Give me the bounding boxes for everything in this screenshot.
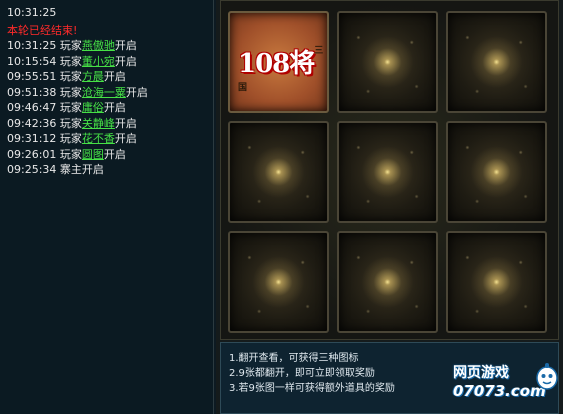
log-entry-time: 09:25:34 bbox=[7, 163, 57, 176]
player-name-link[interactable]: 董小宛 bbox=[82, 55, 115, 68]
log-entry-time: 09:55:51 bbox=[7, 70, 57, 83]
player-name-link[interactable]: 燕傲驰 bbox=[82, 39, 115, 52]
hidden-card[interactable] bbox=[228, 121, 329, 223]
log-entry-prefix: 玩家 bbox=[59, 132, 82, 145]
mascot-icon bbox=[536, 363, 558, 390]
player-name-link[interactable]: 庸俗 bbox=[82, 101, 104, 114]
log-entry: 09:42:36 玩家关静峰开启 bbox=[7, 116, 148, 132]
player-name-link[interactable]: 沧海一粟 bbox=[82, 86, 126, 99]
instruction-line: 3.若9张图一样可获得额外道具的奖励 bbox=[229, 383, 395, 394]
log-entry: 10:31:25 玩家燕傲驰开启 bbox=[7, 38, 148, 54]
card-back-pattern bbox=[339, 233, 436, 331]
log-entry-action: 开启 bbox=[114, 132, 137, 145]
player-name-link[interactable]: 圆图 bbox=[82, 148, 104, 161]
log-entry-time: 10:15:54 bbox=[7, 54, 57, 68]
instructions-list: 1.翻开查看，可获得三种图标 2.9张都翻开，即可立即领取奖励 3.若9张图一样… bbox=[229, 351, 395, 396]
log-entry-time: 10:31:25 bbox=[7, 39, 57, 52]
hidden-card[interactable] bbox=[446, 11, 547, 113]
instruction-line: 1.翻开查看，可获得三种图标 bbox=[229, 353, 359, 364]
log-entry-time: 09:42:36 bbox=[7, 116, 57, 130]
card-back-pattern bbox=[448, 123, 545, 221]
log-entry-action: 寨主开启 bbox=[59, 163, 104, 176]
log-entry-time: 09:46:47 bbox=[7, 101, 57, 114]
log-entry-prefix: 玩家 bbox=[59, 85, 82, 99]
card-back-pattern bbox=[230, 233, 327, 331]
log-entry-prefix: 玩家 bbox=[59, 39, 82, 52]
log-list: 10:31:25 玩家燕傲驰开启 10:15:54 玩家董小宛开启 09:55:51… bbox=[7, 38, 148, 178]
instruction-line: 2.9张都翻开，即可立即领取奖励 bbox=[229, 368, 375, 379]
log-entry-action: 开启 bbox=[103, 147, 126, 161]
hidden-card[interactable] bbox=[337, 121, 438, 223]
card-back-pattern bbox=[339, 123, 436, 221]
card-back-pattern bbox=[339, 13, 436, 111]
revealed-card[interactable]: 108将三国 bbox=[228, 11, 329, 113]
log-entry-action: 开启 bbox=[114, 116, 137, 130]
log-entry-prefix: 玩家 bbox=[59, 116, 82, 130]
hidden-card[interactable] bbox=[446, 121, 547, 223]
log-entry: 09:25:34 寨主开启 bbox=[7, 162, 148, 178]
player-name-link[interactable]: 方晨 bbox=[82, 70, 104, 83]
hidden-card[interactable] bbox=[337, 231, 438, 333]
hidden-card[interactable] bbox=[228, 231, 329, 333]
watermark-text: 网页游戏 bbox=[453, 365, 509, 381]
player-name-link[interactable]: 花不香 bbox=[82, 132, 115, 145]
instructions-box: 1.翻开查看，可获得三种图标 2.9张都翻开，即可立即领取奖励 3.若9张图一样… bbox=[220, 342, 559, 414]
log-entry-prefix: 玩家 bbox=[59, 54, 82, 68]
log-entry-prefix: 玩家 bbox=[59, 101, 82, 114]
card-back-pattern bbox=[448, 233, 545, 331]
current-time: 10:31:25 bbox=[7, 6, 57, 19]
card-logo-text: 108将 bbox=[238, 49, 315, 79]
log-entry: 09:26:01 玩家圆图开启 bbox=[7, 147, 148, 163]
log-entry-action: 开启 bbox=[114, 39, 137, 52]
activity-log-panel: 10:31:25 本轮已经结束! 10:31:25 玩家燕傲驰开启 10:15:5… bbox=[0, 0, 214, 414]
log-entry-action: 开启 bbox=[103, 101, 126, 114]
log-entry-prefix: 玩家 bbox=[59, 147, 82, 161]
flip-card-game-panel: 108将三国 1.翻开查看，可获得三种图标 2.9张都翻开，即可立即领取奖励 3… bbox=[216, 0, 563, 414]
log-entry-time: 09:31:12 bbox=[7, 132, 57, 145]
log-entry-time: 09:51:38 bbox=[7, 85, 57, 99]
log-entry-prefix: 玩家 bbox=[59, 70, 82, 83]
log-entry: 09:31:12 玩家花不香开启 bbox=[7, 131, 148, 147]
card-back-pattern bbox=[230, 123, 327, 221]
watermark-url: 07073.com bbox=[453, 382, 546, 400]
log-entry-action: 开启 bbox=[125, 85, 148, 99]
log-entry: 09:51:38 玩家沧海一粟开启 bbox=[7, 85, 148, 101]
card-back-pattern bbox=[448, 13, 545, 111]
card-logo: 108将三国 bbox=[238, 43, 327, 110]
hidden-card[interactable] bbox=[446, 231, 547, 333]
card-board: 108将三国 bbox=[220, 0, 559, 340]
log-entry-action: 开启 bbox=[103, 70, 126, 83]
log-entry-action: 开启 bbox=[114, 54, 137, 68]
round-status: 本轮已经结束! bbox=[7, 24, 78, 37]
log-entry-time: 09:26:01 bbox=[7, 147, 57, 161]
hidden-card[interactable] bbox=[337, 11, 438, 113]
log-entry: 09:46:47 玩家庸俗开启 bbox=[7, 100, 148, 116]
player-name-link[interactable]: 关静峰 bbox=[82, 117, 115, 130]
site-watermark: 网页游戏 07073.com bbox=[451, 362, 561, 412]
log-entry: 10:15:54 玩家董小宛开启 bbox=[7, 54, 148, 70]
log-entry: 09:55:51 玩家方晨开启 bbox=[7, 69, 148, 85]
